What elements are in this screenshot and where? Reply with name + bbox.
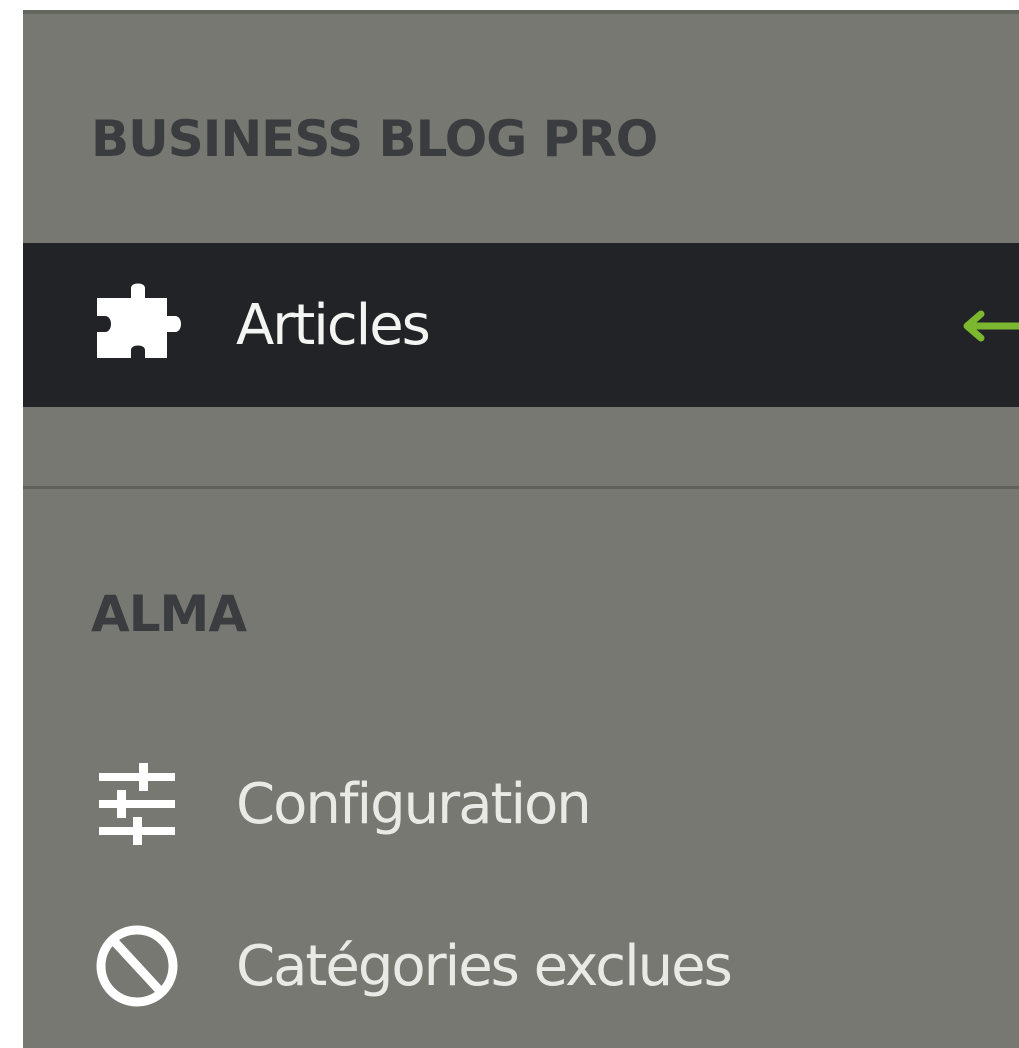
sidebar-item-label: Catégories exclues: [236, 934, 733, 999]
arrow-left-icon: [959, 309, 1019, 343]
sidebar-item-label: Articles: [236, 293, 431, 358]
sidebar-item-configuration[interactable]: Configuration: [23, 722, 1019, 882]
sidebar-panel: BUSINESS BLOG PRO Articles ALMA Configur…: [23, 10, 1019, 1048]
section-title-alma: ALMA: [91, 585, 247, 643]
sidebar-item-articles[interactable]: Articles: [23, 243, 1019, 407]
section-divider: [23, 486, 1019, 489]
ban-icon: [93, 920, 183, 1010]
puzzle-piece-icon: [93, 280, 183, 370]
section-title-business-blog-pro: BUSINESS BLOG PRO: [91, 110, 658, 168]
sidebar-item-categories-exclues[interactable]: Catégories exclues: [23, 884, 1019, 1044]
sidebar-item-label: Configuration: [236, 772, 592, 837]
sliders-icon: [93, 759, 183, 849]
